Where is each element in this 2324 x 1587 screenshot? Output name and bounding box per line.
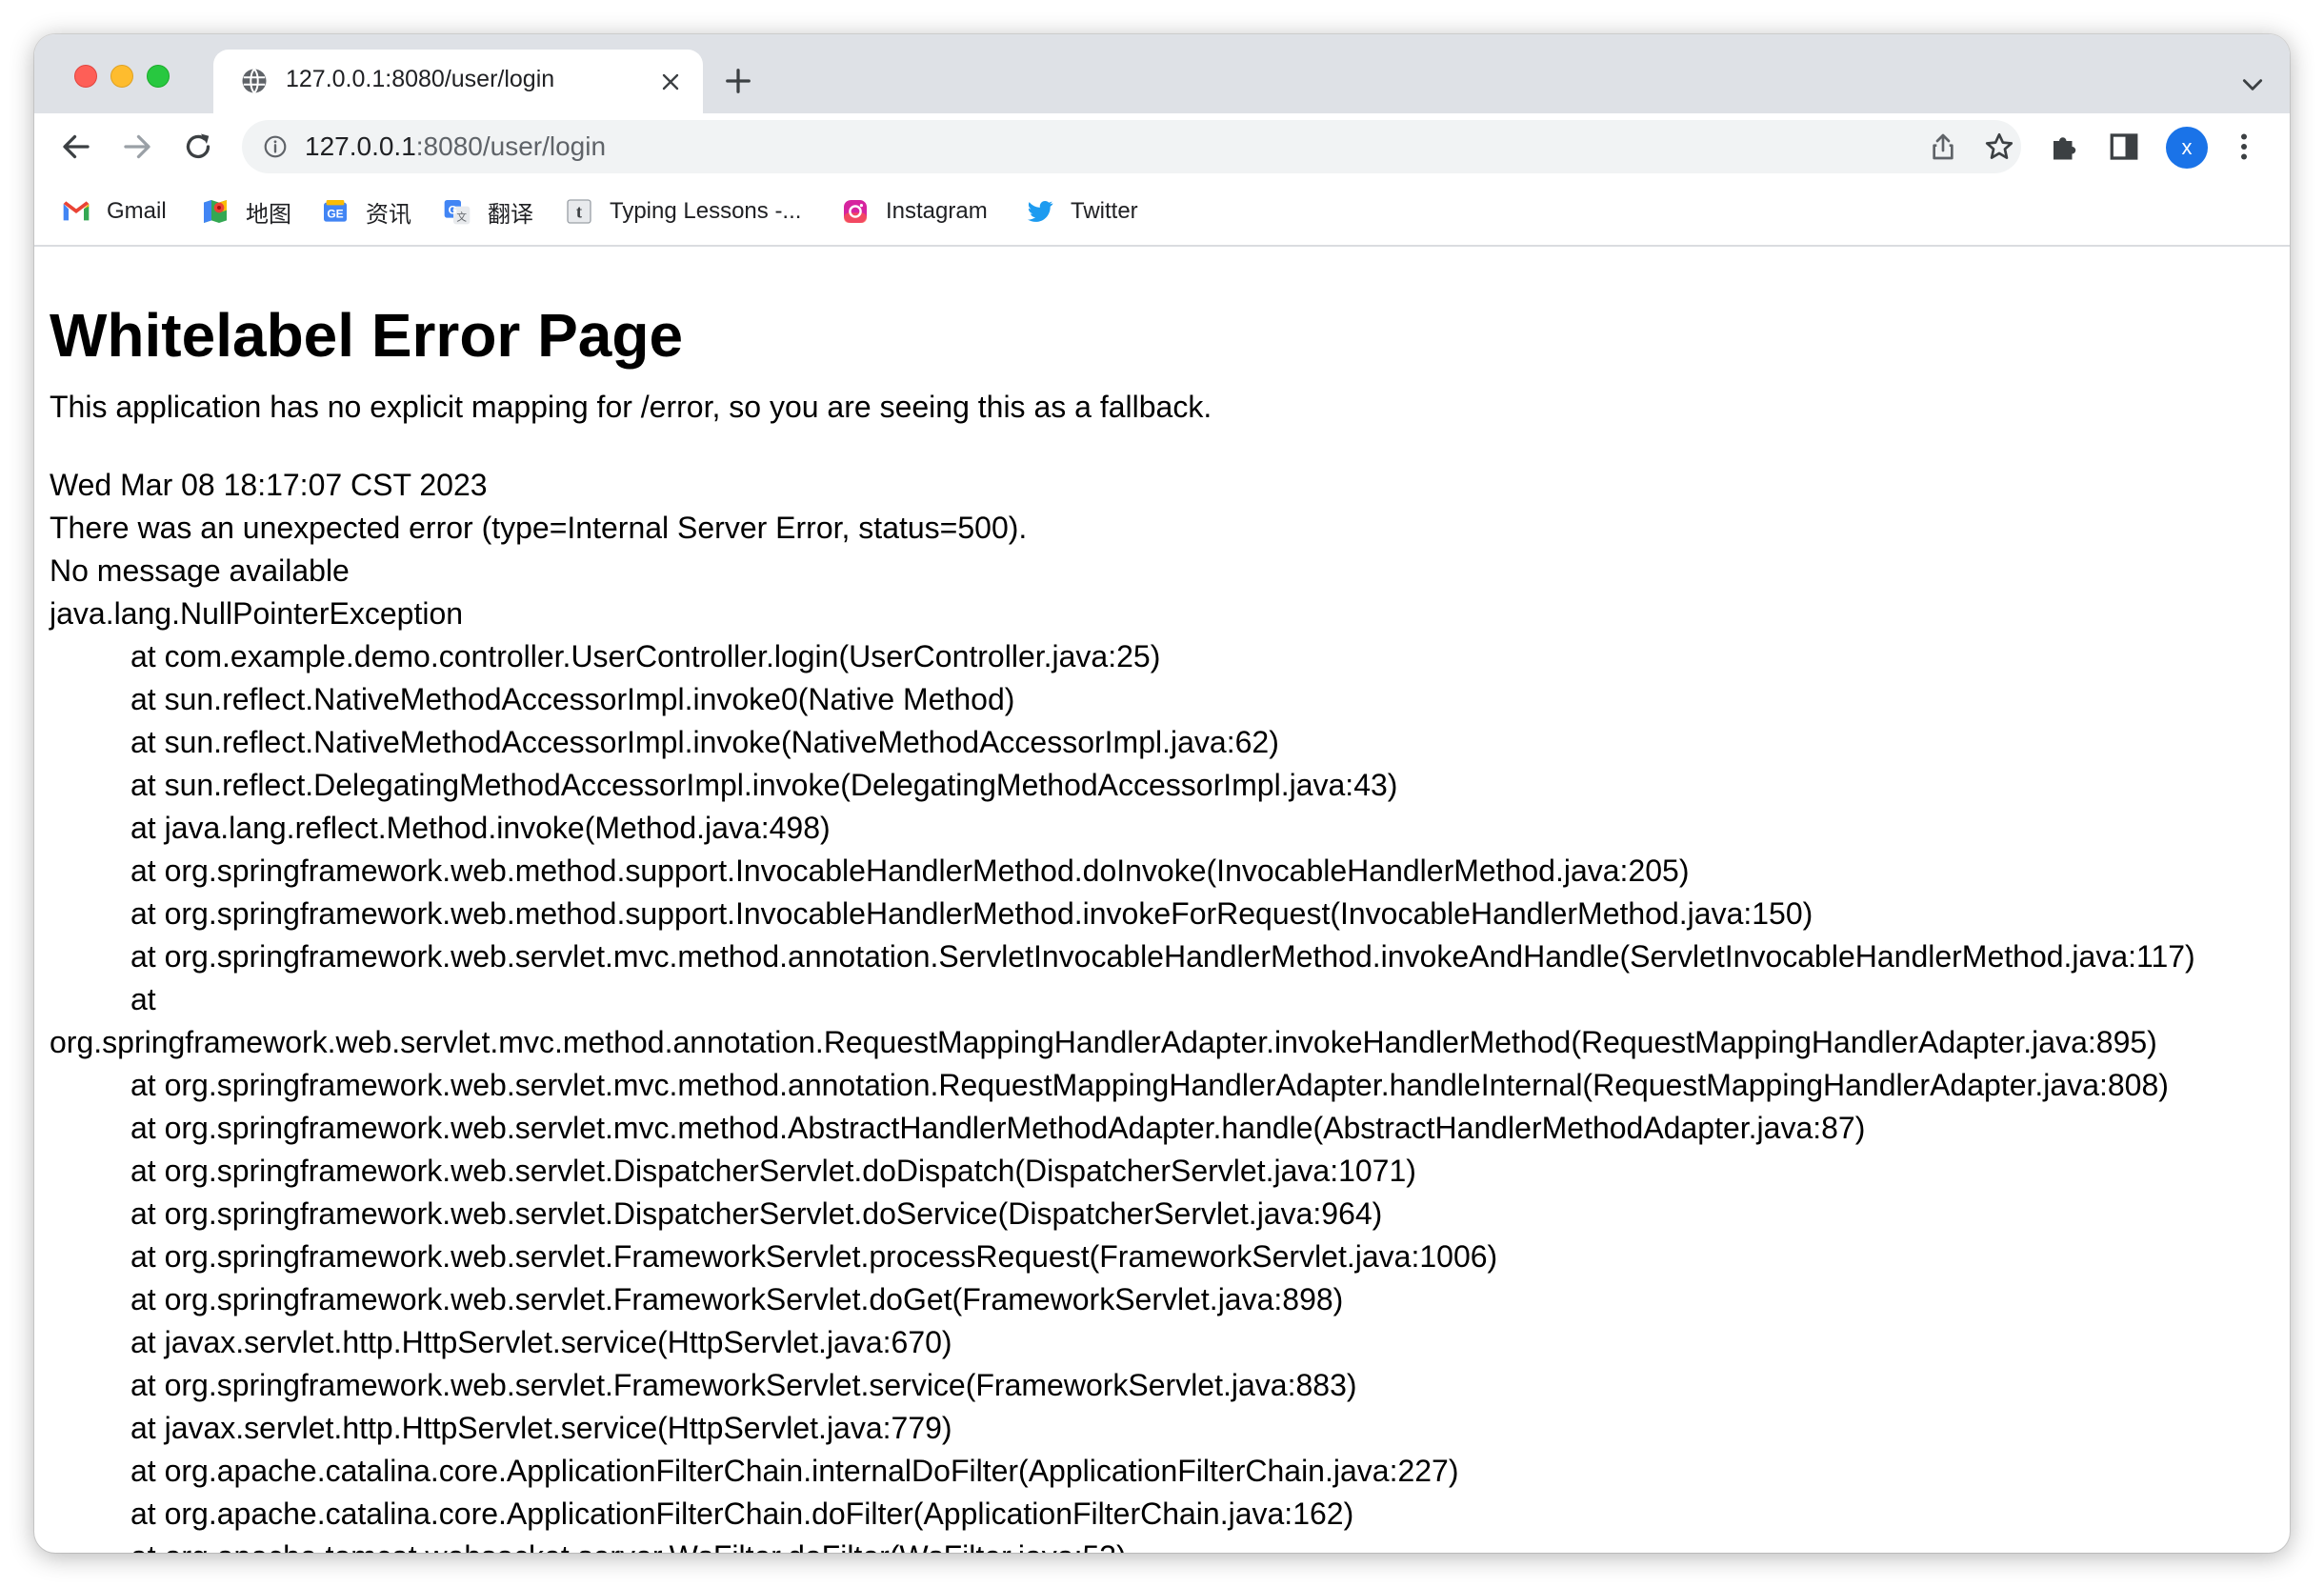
maps-icon [204, 200, 227, 223]
stack-frame: at org.springframework.web.servlet.Frame… [130, 1239, 1498, 1274]
exception-name: java.lang.NullPointerException [50, 596, 464, 631]
stack-frame: at com.example.demo.controller.UserContr… [130, 639, 1161, 673]
bookmarks-bar: Gmail 地图 GE 资讯 G 文 翻译 t Typing Lessons -… [34, 181, 2290, 247]
back-icon[interactable] [59, 130, 93, 164]
bookmark-label: Twitter [1071, 198, 1138, 224]
bookmark-translate[interactable]: G 文 翻译 [442, 194, 533, 229]
bookmark-instagram[interactable]: Instagram [840, 194, 988, 229]
stack-frame-continued: org.springframework.web.servlet.mvc.meth… [50, 1025, 2157, 1059]
bookmark-typing-lessons[interactable]: t Typing Lessons -... [564, 194, 801, 229]
stack-frame: at java.lang.reflect.Method.invoke(Metho… [130, 811, 831, 845]
svg-text:文: 文 [456, 211, 467, 223]
bookmark-maps[interactable]: 地图 [200, 194, 291, 229]
close-tab-icon[interactable] [659, 70, 682, 93]
profile-avatar[interactable]: x [2166, 127, 2208, 169]
stack-frame: at sun.reflect.DelegatingMethodAccessorI… [130, 768, 1398, 802]
url-path: :8080/user/login [415, 131, 607, 161]
stack-frame: at org.springframework.web.method.suppor… [130, 896, 1813, 931]
minimize-window-button[interactable] [110, 65, 133, 88]
stack-frame: at org.springframework.web.servlet.Dispa… [130, 1196, 1383, 1231]
error-summary: There was an unexpected error (type=Inte… [50, 511, 1028, 545]
forward-icon[interactable] [120, 130, 154, 164]
bookmark-label: 资讯 [366, 201, 411, 228]
bookmark-twitter[interactable]: Twitter [1025, 194, 1138, 229]
error-timestamp: Wed Mar 08 18:17:07 CST 2023 [50, 468, 488, 502]
bookmark-star-icon[interactable] [1983, 131, 2015, 163]
stack-frame: at org.apache.catalina.core.ApplicationF… [130, 1497, 1354, 1531]
close-window-button[interactable] [74, 65, 97, 88]
url-host: 127.0.0.1 [305, 131, 416, 161]
gmail-icon [63, 201, 90, 221]
stack-frame: at javax.servlet.http.HttpServlet.servic… [130, 1411, 952, 1445]
stack-frame: at org.springframework.web.servlet.mvc.m… [130, 1068, 2169, 1102]
error-message: No message available [50, 553, 350, 588]
page-content: Whitelabel Error Page This application h… [34, 247, 2290, 1553]
globe-icon [242, 68, 267, 94]
active-tab[interactable]: 127.0.0.1:8080/user/login [213, 50, 703, 113]
zoom-window-button[interactable] [147, 65, 170, 88]
side-panel-icon[interactable] [2107, 130, 2141, 164]
error-details: Wed Mar 08 18:17:07 CST 2023 There was a… [50, 464, 2288, 1553]
page-title: Whitelabel Error Page [50, 301, 684, 370]
bookmark-label: 翻译 [488, 201, 533, 228]
translate-icon: G 文 [444, 200, 471, 225]
browser-window: 127.0.0.1:8080/user/login 127.0.0.1:8080… [34, 34, 2290, 1553]
extensions-puzzle-icon[interactable] [2048, 130, 2082, 164]
stack-trace: at com.example.demo.controller.UserContr… [50, 635, 2288, 1553]
stack-frame: at org.springframework.web.servlet.Dispa… [130, 1154, 1416, 1188]
stack-frame: at [130, 982, 156, 1016]
toolbar: 127.0.0.1:8080/user/login x [34, 113, 2290, 181]
stack-frame: at org.apache.catalina.core.ApplicationF… [130, 1454, 1459, 1488]
tab-title: 127.0.0.1:8080/user/login [286, 66, 555, 92]
tab-strip: 127.0.0.1:8080/user/login [34, 34, 2290, 113]
page-description: This application has no explicit mapping… [50, 390, 1212, 424]
stack-frame: at org.springframework.web.method.suppor… [130, 854, 1690, 888]
news-icon: GE [324, 200, 347, 222]
tab-search-chevron-icon[interactable] [2240, 72, 2265, 97]
bookmark-label: 地图 [246, 201, 291, 228]
stack-frame: at sun.reflect.NativeMethodAccessorImpl.… [130, 725, 1279, 759]
stack-frame: at org.springframework.web.servlet.Frame… [130, 1282, 1344, 1316]
site-info-icon[interactable] [263, 134, 288, 159]
address-bar[interactable]: 127.0.0.1:8080/user/login [242, 120, 2021, 173]
svg-text:t: t [576, 203, 583, 223]
instagram-icon [844, 200, 867, 223]
bookmark-news[interactable]: GE 资讯 [320, 194, 411, 229]
bookmark-label: Gmail [107, 198, 167, 224]
stack-frame: at org.apache.tomcat.websocket.server.Ws… [50, 1536, 2288, 1553]
bookmark-label: Typing Lessons -... [610, 198, 802, 224]
stack-frame: at org.springframework.web.servlet.mvc.m… [130, 939, 2195, 974]
stack-frame: at org.springframework.web.servlet.Frame… [130, 1368, 1357, 1402]
new-tab-icon[interactable] [724, 67, 752, 95]
stack-frame: at sun.reflect.NativeMethodAccessorImpl.… [130, 682, 1015, 716]
share-icon[interactable] [1928, 131, 1958, 162]
more-menu-icon[interactable] [2227, 130, 2261, 164]
stack-frame: at javax.servlet.http.HttpServlet.servic… [130, 1325, 952, 1359]
reload-icon[interactable] [181, 130, 215, 164]
typing-icon: t [567, 199, 591, 224]
bookmark-gmail[interactable]: Gmail [61, 194, 167, 229]
twitter-icon [1027, 201, 1053, 222]
bookmark-label: Instagram [886, 198, 988, 224]
url-text[interactable]: 127.0.0.1:8080/user/login [305, 131, 606, 162]
stack-frame: at org.springframework.web.servlet.mvc.m… [130, 1111, 1866, 1145]
svg-text:GE: GE [327, 208, 343, 221]
